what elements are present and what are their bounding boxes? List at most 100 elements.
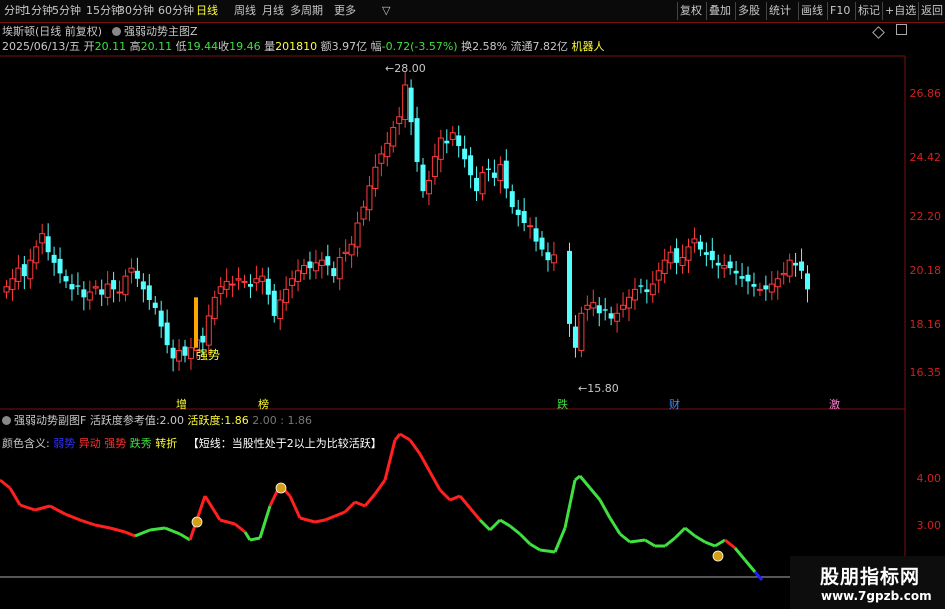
candle-body [763, 285, 769, 290]
candle-body [283, 288, 290, 304]
candle-body [691, 238, 698, 244]
strong-signal-bar [194, 297, 198, 348]
activity-line-segment [743, 559, 757, 573]
candle-body [390, 126, 397, 147]
candle-body [491, 172, 497, 178]
candle-body [134, 270, 140, 279]
activity-line-segment [408, 439, 422, 455]
candle-body [21, 264, 27, 277]
candle-body [756, 288, 763, 291]
activity-line-segment [49, 504, 66, 516]
candle-body [396, 116, 403, 124]
candle-body [584, 304, 591, 310]
candle-body [99, 289, 105, 295]
candle-body [15, 267, 22, 282]
candle-body [420, 164, 426, 192]
candle-body [27, 259, 34, 280]
activity-line-segment [428, 471, 442, 491]
activity-line-segment [324, 514, 336, 522]
candle-body [697, 241, 703, 250]
candle-body [602, 309, 608, 311]
candle-body [289, 278, 296, 286]
candle-body [745, 274, 751, 282]
candle-body [51, 254, 57, 263]
activity-line-segment [704, 540, 716, 548]
candle-body [402, 84, 409, 120]
candle-body [336, 257, 343, 280]
candle-body [608, 313, 614, 319]
candle-body [733, 270, 739, 274]
candle-body [527, 225, 534, 228]
candle-body [578, 312, 585, 351]
activity-line-segment [608, 517, 622, 535]
candle-body [325, 256, 331, 266]
candle-body [567, 250, 572, 324]
activity-line-segment [219, 518, 236, 526]
candle-body [572, 326, 578, 348]
candle-body [655, 270, 662, 281]
activity-line-segment [383, 439, 397, 481]
candle-body [63, 276, 69, 282]
candle-body [596, 305, 602, 314]
activity-line-segment [499, 518, 511, 528]
candle-body [111, 280, 117, 290]
candle-body [644, 289, 650, 293]
activity-line-segment [288, 495, 302, 519]
candle-body [667, 251, 674, 264]
activity-line-segment [203, 495, 222, 521]
candle-body [590, 302, 597, 309]
candle-body [414, 118, 420, 162]
y-axis-label: 26.86 [909, 87, 942, 100]
y-axis-label: 20.18 [909, 264, 942, 277]
activity-line-segment [629, 538, 646, 544]
candle-body [235, 278, 242, 281]
candle-body [515, 209, 521, 216]
candle-body [799, 261, 805, 271]
candle-body [649, 283, 656, 296]
money-bag-icon [191, 516, 203, 528]
activity-line-segment [458, 495, 472, 509]
candle-body [318, 259, 325, 266]
candle-body [437, 137, 444, 160]
candle-body [259, 275, 266, 282]
candle-body [57, 258, 63, 274]
candle-body [509, 191, 515, 208]
activity-line-segment [529, 542, 541, 552]
activity-line-segment [8, 487, 22, 506]
candle-body [75, 285, 81, 287]
sub-y-axis-label: 3.00 [916, 519, 942, 532]
candle-body [431, 156, 438, 178]
y-axis-label: 24.42 [909, 151, 942, 164]
candle-body [229, 283, 236, 286]
candle-body [312, 262, 319, 272]
money-bag-icon [275, 482, 287, 494]
candle-body [223, 280, 230, 290]
activity-line-segment [363, 493, 377, 507]
low-price-label: ←15.80 [578, 382, 619, 395]
candle-body [170, 347, 176, 359]
activity-line-segment [684, 526, 696, 538]
activity-line-segment [553, 527, 567, 553]
candle-body [503, 160, 509, 189]
activity-line-segment [19, 503, 36, 512]
candle-body [271, 290, 277, 316]
candle-body [164, 322, 170, 346]
candlestick-chart[interactable] [0, 0, 945, 410]
activity-line-segment [134, 528, 151, 538]
activity-line-segment [149, 526, 166, 532]
candle-body [425, 180, 432, 195]
candle-body [81, 289, 87, 298]
activity-line-segment [243, 531, 252, 541]
activity-line-segment [79, 518, 96, 527]
activity-line-segment [234, 522, 246, 534]
activity-line-segment [468, 507, 482, 521]
candle-body [253, 278, 260, 284]
candle-body [462, 148, 468, 160]
activity-line-segment [334, 510, 346, 518]
candle-body [768, 283, 775, 293]
candle-body [200, 335, 206, 343]
sub-y-axis-label: 4.00 [916, 472, 942, 485]
candle-body [444, 140, 450, 144]
activity-line-segment [249, 536, 261, 542]
activity-line-segment [299, 516, 316, 524]
